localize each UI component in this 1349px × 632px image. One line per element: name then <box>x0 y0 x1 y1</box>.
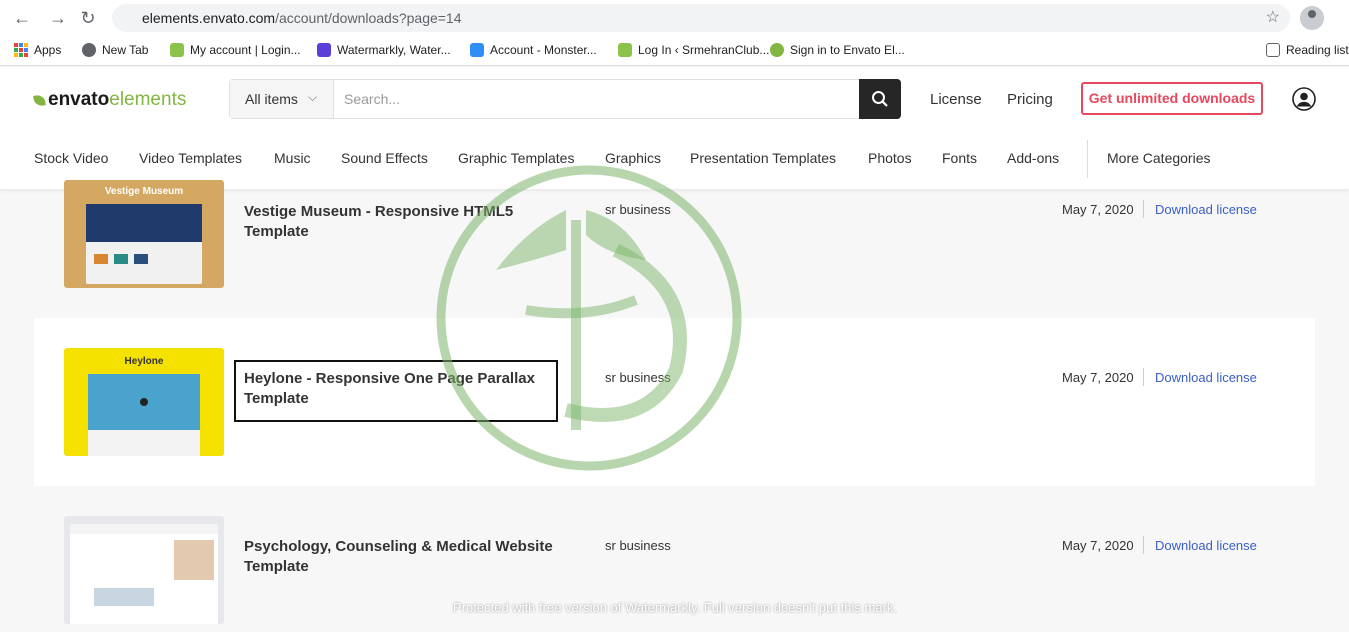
bookmark-new-tab[interactable]: New Tab <box>82 43 148 57</box>
url-text[interactable]: elements.envato.com/account/downloads?pa… <box>142 10 462 26</box>
search-bar: All items ⌵ <box>229 79 901 119</box>
item-thumbnail[interactable] <box>64 516 224 624</box>
user-account-icon[interactable] <box>1292 87 1316 111</box>
download-date: May 7, 2020 <box>1062 370 1134 385</box>
item-thumbnail[interactable]: Vestige Museum <box>64 180 224 288</box>
watermark-notice: Protected with free version of Watermark… <box>453 600 897 615</box>
reload-icon[interactable]: ↻ <box>76 6 100 30</box>
leaf-icon <box>33 93 46 107</box>
item-title[interactable]: Psychology, Counseling & Medical Website… <box>244 537 554 577</box>
address-bar[interactable]: elements.envato.com/account/downloads?pa… <box>112 4 1290 32</box>
apps-grid-icon <box>14 43 28 57</box>
monster-favicon-icon <box>470 43 484 57</box>
divider <box>1143 536 1144 554</box>
download-date: May 7, 2020 <box>1062 202 1134 217</box>
bookmark-my-account[interactable]: My account | Login... <box>170 43 301 57</box>
bookmark-envato-signin[interactable]: Sign in to Envato El... <box>770 43 905 57</box>
bookmark-monster[interactable]: Account - Monster... <box>470 43 597 57</box>
site-favicon-icon <box>170 43 184 57</box>
shield-icon <box>317 43 331 57</box>
back-arrow-icon[interactable]: ← <box>10 6 34 30</box>
search-icon <box>872 91 888 107</box>
get-unlimited-downloads-button[interactable]: Get unlimited downloads <box>1081 82 1263 115</box>
bookmark-apps[interactable]: Apps <box>14 43 61 57</box>
divider <box>1143 368 1144 386</box>
download-license-link[interactable]: Download license <box>1155 370 1257 385</box>
browser-toolbar: ← → ↻ elements.envato.com/account/downlo… <box>0 0 1349 36</box>
reading-list-icon <box>1266 43 1280 57</box>
license-link[interactable]: License <box>930 91 982 108</box>
forward-arrow-icon[interactable]: → <box>46 6 70 30</box>
bookmark-star-icon[interactable]: ☆ <box>1266 7 1280 27</box>
download-date: May 7, 2020 <box>1062 538 1134 553</box>
download-license-link[interactable]: Download license <box>1155 538 1257 553</box>
pricing-link[interactable]: Pricing <box>1007 91 1053 108</box>
globe-icon <box>82 43 96 57</box>
category-dropdown[interactable]: All items ⌵ <box>230 80 334 118</box>
envato-elements-logo[interactable]: envato elements <box>33 89 186 111</box>
bookmark-watermarkly[interactable]: Watermarkly, Water... <box>317 43 451 57</box>
browser-profile-icon[interactable] <box>1300 6 1324 30</box>
item-author[interactable]: sr business <box>605 538 671 553</box>
reading-list[interactable]: Reading list <box>1266 43 1349 57</box>
bookmark-log-in[interactable]: Log In ‹ SrmehranClub... <box>618 43 769 57</box>
search-button[interactable] <box>859 79 901 119</box>
divider <box>1143 200 1144 218</box>
envato-leaf-icon <box>770 43 784 57</box>
download-license-link[interactable]: Download license <box>1155 202 1257 217</box>
chevron-down-icon: ⌵ <box>308 90 318 104</box>
watermark-logo-icon <box>436 165 742 471</box>
item-thumbnail[interactable]: Heylone <box>64 348 224 456</box>
bookmarks-bar: Apps New Tab My account | Login... Water… <box>0 36 1349 66</box>
search-input[interactable] <box>336 81 856 117</box>
site-favicon-icon <box>618 43 632 57</box>
